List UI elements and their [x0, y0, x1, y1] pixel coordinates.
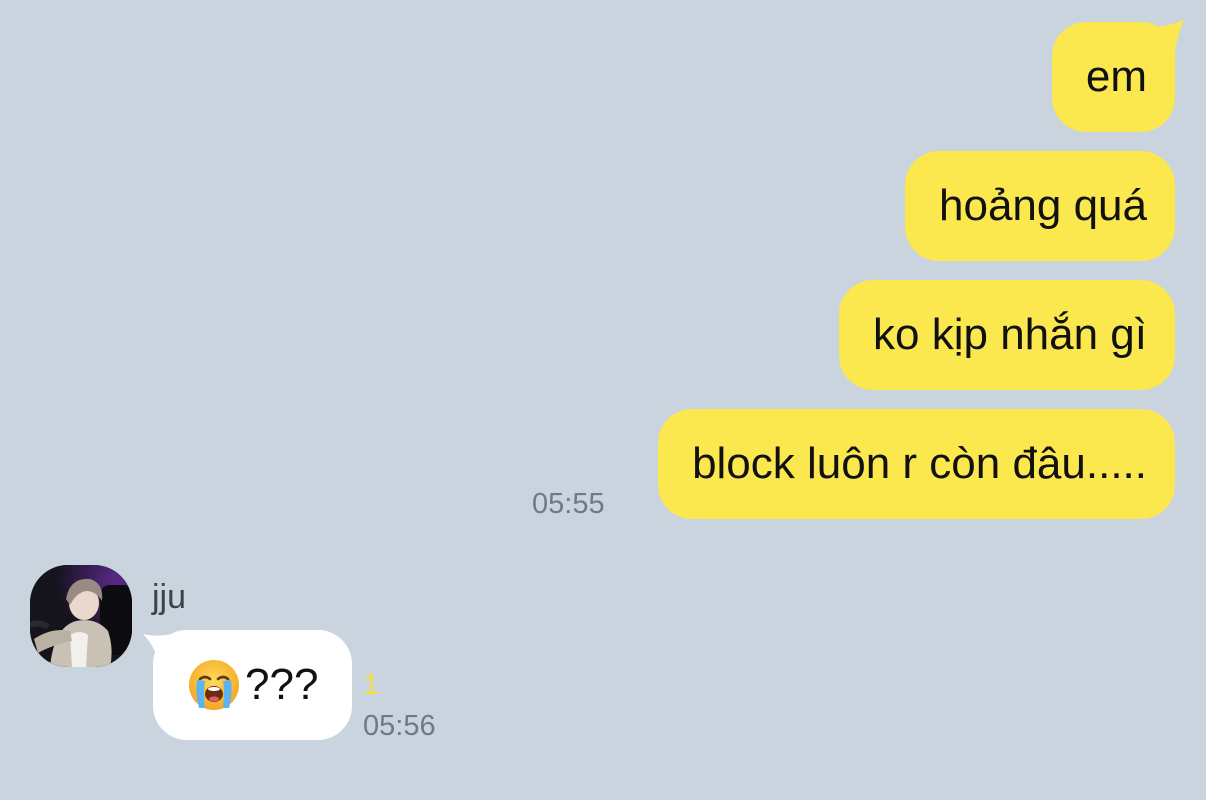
message-text: ko kịp nhắn gì	[873, 310, 1147, 359]
loudly-crying-face-emoji-icon	[189, 660, 239, 710]
message-text: em	[1085, 52, 1147, 101]
outgoing-message-bubble[interactable]: em	[1051, 22, 1175, 132]
profile-photo-icon	[30, 565, 132, 667]
unread-count: 1	[363, 669, 380, 701]
chat-view: em hoảng quá ko kịp nhắn gì block luôn r…	[0, 0, 1206, 800]
sender-avatar[interactable]	[30, 565, 132, 667]
incoming-message-bubble[interactable]: ???	[153, 630, 353, 740]
outgoing-message-bubble[interactable]: hoảng quá	[905, 151, 1175, 261]
outgoing-message-bubble[interactable]: ko kịp nhắn gì	[839, 280, 1175, 390]
message-text: ???	[245, 660, 319, 709]
message-text: hoảng quá	[939, 181, 1147, 230]
message-timestamp: 05:55	[532, 488, 605, 520]
outgoing-message-bubble[interactable]: block luôn r còn đâu.....	[658, 409, 1175, 519]
sender-name: jju	[152, 578, 187, 616]
message-timestamp: 05:56	[363, 710, 436, 742]
message-text: block luôn r còn đâu.....	[692, 439, 1147, 488]
